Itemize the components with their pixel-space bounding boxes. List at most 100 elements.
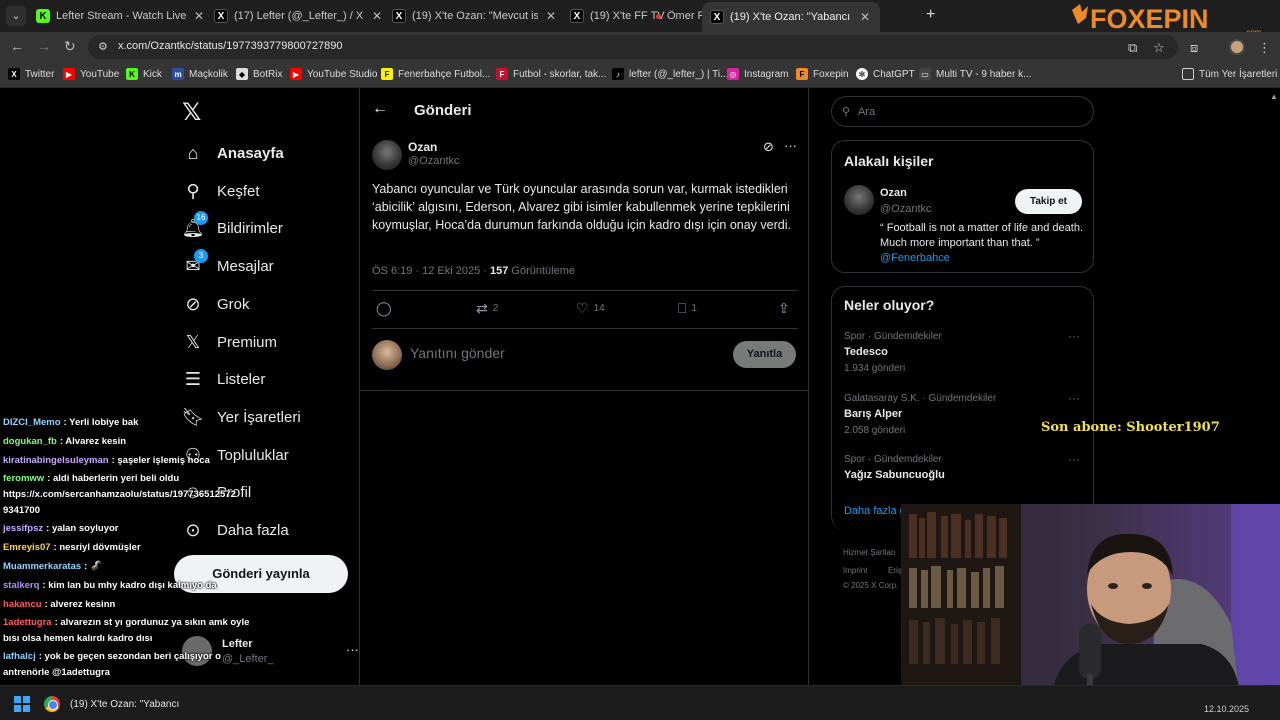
chat-message: bısı olsa hemen kalırdı kadro dısı — [3, 633, 152, 644]
bookmark-mackolik[interactable]: m Maçkolik — [172, 68, 228, 80]
close-icon[interactable]: ✕ — [370, 9, 384, 23]
bookmark-youtube[interactable]: ▶ YouTube — [63, 68, 119, 80]
new-tab-button[interactable]: + — [926, 6, 935, 24]
more-dots-icon[interactable]: ··· — [346, 642, 359, 657]
more-dots-icon[interactable]: ··· — [1068, 391, 1080, 405]
avatar[interactable] — [844, 185, 874, 215]
bookmark-label: Tüm Yer İşaretleri — [1199, 68, 1278, 80]
address-bar[interactable]: ⚙ x.com/Ozantkc/status/19773937798007278… — [88, 35, 1178, 59]
sidebar-item-premium[interactable]: 𝕏 Premium — [182, 327, 277, 357]
search-input[interactable]: ⚲ Ara — [831, 96, 1094, 127]
reply-submit-button[interactable]: Yanıtla — [733, 341, 796, 368]
reply-button[interactable]: ◯ — [376, 300, 397, 317]
more-dots-icon[interactable]: ··· — [1068, 329, 1080, 343]
back-arrow-icon[interactable]: ← — [10, 38, 24, 54]
bookmark-botrix[interactable]: ◆ BotRix — [236, 68, 282, 80]
bookmark-chatgpt[interactable]: ✻ ChatGPT — [856, 68, 915, 80]
chat-text: : şaşeler işlemiş hoca — [111, 455, 210, 466]
chat-username: feromww — [3, 473, 45, 484]
x-home-logo[interactable]: 𝕏 — [182, 98, 201, 127]
sidebar-item-lists[interactable]: ☰ Listeler — [182, 364, 265, 394]
x-logo-icon: X — [570, 9, 584, 23]
x-logo-icon: X — [710, 10, 724, 24]
browser-tab[interactable]: K Lefter Stream - Watch Live on Kick ✕ — [36, 4, 206, 28]
extensions-icon[interactable]: ⧈ — [1190, 40, 1198, 56]
reply-input[interactable]: Yanıtını gönder — [410, 345, 505, 361]
post-timestamp[interactable]: ÖS 6:19 · 12 Eki 2025 · — [372, 265, 490, 277]
like-button[interactable]: ♡ 14 — [576, 300, 605, 317]
kebab-menu-icon[interactable]: ⋮ — [1258, 40, 1271, 56]
taskbar-chrome-app[interactable]: (19) X'te Ozan: "Yabancı — [44, 693, 179, 715]
browser-tab[interactable]: X (17) Lefter (@_Lefter_) / X ✕ — [214, 4, 384, 28]
sidebar-item-more[interactable]: ⊙ Daha fazla — [182, 515, 289, 545]
author-handle[interactable]: @Ozantkc — [408, 155, 460, 167]
sidebar-item-label: Premium — [217, 333, 278, 351]
site-info-icon[interactable]: ⚙ — [98, 40, 112, 54]
chat-message: lafhalcj: yok be geçen sezondan beri çal… — [3, 651, 221, 662]
windows-start-icon[interactable] — [14, 696, 30, 712]
star-icon[interactable]: ☆ — [1153, 40, 1165, 56]
grok-icon[interactable]: ⊘ — [763, 139, 774, 155]
sidebar-item-label: Daha fazla — [217, 521, 289, 539]
repost-button[interactable]: ⇄ 2 — [476, 300, 498, 317]
chat-username: stalkerq — [3, 580, 40, 591]
bookmark-flashscore[interactable]: F Futbol - skorlar, tak... — [496, 68, 606, 80]
chat-message: 9341700 — [3, 505, 40, 516]
related-user-handle[interactable]: @Ozantkc — [880, 203, 932, 215]
browser-tab[interactable]: X (19) X'te FF TV: " — [570, 4, 665, 28]
browser-tab-active[interactable]: X (19) X'te Ozan: "Yabancı oyuncu ✕ — [702, 2, 880, 32]
bookmark-youtube-studio[interactable]: ▶ YouTube Studio — [290, 68, 377, 80]
bookmark-twitter[interactable]: X Twitter — [8, 68, 54, 80]
footer-link[interactable]: Eriş — [888, 566, 902, 575]
trend-item[interactable]: Spor · Gündemdekiler Yağız Sabuncuoğlu ·… — [844, 452, 1084, 481]
share-button[interactable]: ⇪ — [778, 300, 795, 317]
tab-search-button[interactable]: ⌄ — [6, 6, 26, 26]
close-icon[interactable]: ✕ — [192, 9, 206, 23]
bookmark-foxepin[interactable]: F Foxepin — [796, 68, 849, 80]
sidebar-item-grok[interactable]: ⊘ Grok — [182, 289, 250, 319]
tiktok-icon: ♪ — [612, 68, 624, 80]
bookmark-fenerbahce[interactable]: F Fenerbahçe Futbol... — [381, 68, 490, 80]
sidebar-item-bookmarks[interactable]: 🔖︎ Yer İşaretleri — [182, 402, 301, 432]
chat-text: : Yerli lobiye bak — [63, 417, 139, 428]
chat-text: : alverez kesinn — [44, 599, 116, 610]
footer-link[interactable]: Hizmet Şartları — [843, 548, 896, 557]
close-icon[interactable]: ✕ — [544, 9, 558, 23]
install-app-icon[interactable]: ⧉ — [1128, 40, 1137, 56]
browser-tab[interactable]: Ömer Fa — [656, 4, 704, 28]
avatar[interactable] — [372, 140, 402, 170]
sidebar-item-explore[interactable]: ⚲ Keşfet — [182, 176, 259, 206]
forward-arrow-icon[interactable]: → — [37, 38, 51, 54]
mention-link[interactable]: @Fenerbahce — [880, 252, 950, 264]
follow-button[interactable]: Takip et — [1015, 189, 1082, 214]
profile-avatar[interactable] — [1229, 39, 1245, 55]
footer-link[interactable]: Imprint — [843, 566, 867, 575]
bookmark-instagram[interactable]: ◎ Instagram — [727, 68, 788, 80]
post-detail-column: ← Gönderi Ozan @Ozantkc ⊘ ··· Yabancı oy… — [359, 88, 809, 685]
sidebar-item-messages[interactable]: ✉ 3 Mesajlar — [182, 249, 274, 281]
trend-name: Barış Alper — [844, 408, 903, 420]
bookmark-label: YouTube Studio — [307, 68, 378, 80]
bookmark-button[interactable]: ⎕ 1 — [678, 300, 697, 317]
back-arrow-icon[interactable]: ← — [372, 100, 388, 118]
more-dots-icon[interactable]: ··· — [784, 138, 797, 153]
sidebar-item-notifications[interactable]: 🔔︎ 16 Bildirimler — [182, 211, 283, 243]
bookmark-kick[interactable]: K Kick — [126, 68, 162, 80]
bookmark-label: Kick — [143, 68, 162, 80]
trend-item[interactable]: Spor · Gündemdekiler Tedesco 1.934 gönde… — [844, 329, 1084, 374]
sidebar-item-label: Grok — [217, 295, 250, 313]
bookmark-tiktok[interactable]: ♪ lefter (@_lefter_) | Ti... — [612, 68, 728, 80]
all-bookmarks-folder[interactable]: Tüm Yer İşaretleri — [1182, 68, 1277, 80]
more-dots-icon[interactable]: ··· — [1068, 452, 1080, 466]
browser-tab[interactable]: X (19) X'te Ozan: "Mevcut isimlerin ✕ — [392, 4, 558, 28]
botrix-icon: ◆ — [236, 68, 248, 80]
scrollbar-up-arrow[interactable]: ▲ — [1270, 92, 1278, 101]
sidebar-item-home[interactable]: ⌂ Anasayfa — [182, 138, 284, 168]
reload-icon[interactable]: ↻ — [64, 38, 76, 55]
author-name[interactable]: Ozan — [408, 140, 437, 154]
sidebar-item-label: Listeler — [217, 370, 266, 388]
url-text: x.com/Ozantkc/status/1977393779800727890 — [118, 40, 343, 52]
close-icon[interactable]: ✕ — [858, 10, 872, 24]
bookmark-multitv[interactable]: ▭ Multi TV - 9 haber k... — [919, 68, 1031, 80]
related-user-name[interactable]: Ozan — [880, 187, 907, 199]
